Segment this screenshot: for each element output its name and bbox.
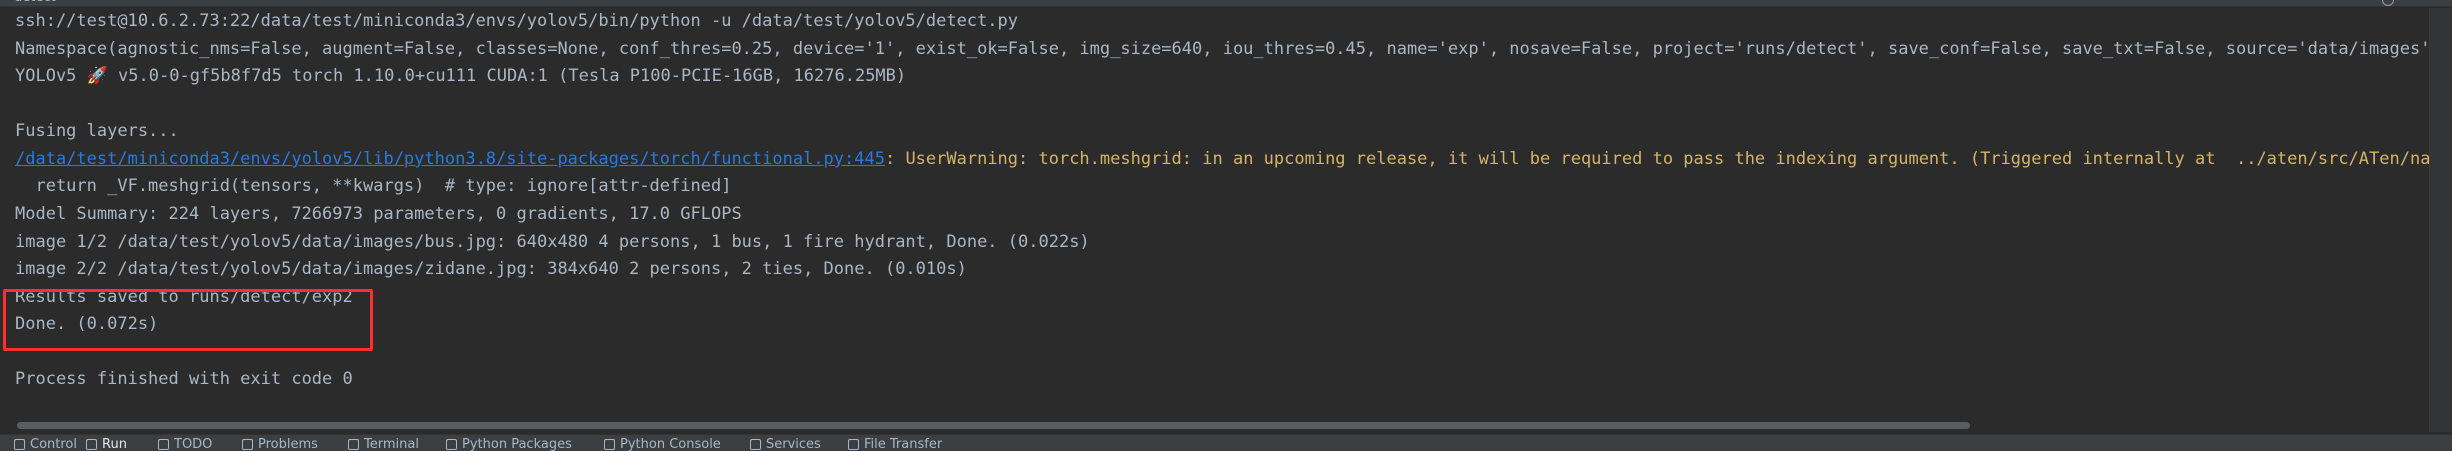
console-line-command: ssh://test@10.6.2.73:22/data/test/minico… <box>15 11 1019 31</box>
tool-tab-label: Problems <box>258 437 318 451</box>
run-tab-title[interactable]: detect <box>14 0 56 5</box>
file-transfer-icon <box>848 439 859 450</box>
problems-icon <box>242 439 253 450</box>
warning-message: : UserWarning: torch.meshgrid: in an upc… <box>884 149 2430 169</box>
tool-tab-services[interactable]: Services <box>750 437 821 451</box>
tool-tab-label: Run <box>102 437 127 451</box>
python-packages-icon <box>446 439 457 450</box>
console-line-version: YOLOv5 🚀 v5.0-0-gf5b8f7d5 torch 1.10.0+c… <box>15 66 907 86</box>
console-line-fusing: Fusing layers... <box>15 121 179 141</box>
tool-tab-label: Terminal <box>364 437 419 451</box>
python-console-icon <box>604 439 615 450</box>
run-tab-header: detect <box>0 0 2452 7</box>
run-console-output[interactable]: ssh://test@10.6.2.73:22/data/test/minico… <box>0 8 2430 416</box>
console-side-toolbar <box>2429 8 2452 432</box>
tool-tab-python-console[interactable]: Python Console <box>604 437 721 451</box>
tool-tab-todo[interactable]: TODO <box>158 437 212 451</box>
run-icon <box>86 439 97 450</box>
todo-icon <box>158 439 169 450</box>
console-line-model-summary: Model Summary: 224 layers, 7266973 param… <box>15 204 742 224</box>
horizontal-scrollbar-thumb[interactable] <box>17 422 1970 429</box>
tool-tab-label: TODO <box>174 437 213 451</box>
console-line-return: return _VF.meshgrid(tensors, **kwargs) #… <box>15 176 732 196</box>
tool-tab-terminal[interactable]: Terminal <box>348 437 419 451</box>
console-line-warning: /data/test/miniconda3/envs/yolov5/lib/py… <box>15 146 2430 173</box>
tool-tab-file-transfer[interactable]: File Transfer <box>848 437 942 451</box>
tool-tab-label: Python Packages <box>462 437 572 451</box>
console-line-exit-code: Process finished with exit code 0 <box>15 369 353 389</box>
tool-tab-label: Python Console <box>620 437 721 451</box>
console-line-image-1: image 1/2 /data/test/yolov5/data/images/… <box>15 232 1090 252</box>
terminal-icon <box>348 439 359 450</box>
settings-gear-icon[interactable] <box>2382 0 2394 6</box>
tool-tab-run[interactable]: Run <box>86 437 127 451</box>
services-icon <box>750 439 761 450</box>
console-line-namespace: Namespace(agnostic_nms=False, augment=Fa… <box>15 39 2430 59</box>
tool-tab-control[interactable]: Control <box>14 437 77 451</box>
horizontal-scrollbar[interactable] <box>12 422 2432 430</box>
tool-tab-problems[interactable]: Problems <box>242 437 318 451</box>
tool-tab-label: File Transfer <box>864 437 943 451</box>
tool-tab-label: Services <box>766 437 821 451</box>
tool-tab-label: Control <box>30 437 77 451</box>
warning-file-link[interactable]: /data/test/miniconda3/envs/yolov5/lib/py… <box>15 149 885 169</box>
console-icon <box>14 439 25 450</box>
console-line-image-2: image 2/2 /data/test/yolov5/data/images/… <box>15 259 967 279</box>
tool-tab-python-packages[interactable]: Python Packages <box>446 437 572 451</box>
results-highlight-box <box>3 289 373 351</box>
tool-window-bar: Control Run TODO Problems Terminal Pytho… <box>0 434 2452 451</box>
